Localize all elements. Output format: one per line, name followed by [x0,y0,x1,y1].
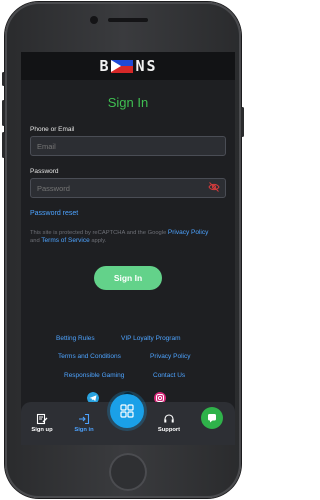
vip-loyalty-link[interactable]: VIP Loyalty Program [121,335,181,342]
privacy-policy-link[interactable]: Privacy Policy [168,229,208,236]
footer-privacy-policy-link[interactable]: Privacy Policy [150,353,190,360]
live-chat-button[interactable] [201,407,223,429]
terms-conditions-link[interactable]: Terms and Conditions [58,353,121,360]
password-wrapper [30,178,226,198]
contact-us-link[interactable]: Contact Us [153,372,185,379]
password-field[interactable] [30,178,226,198]
phone-frame: B N S Sign In Phone or Email Password Pa… [2,2,244,498]
recaptcha-and: and [30,238,40,244]
password-reset-link[interactable]: Password reset [30,210,78,217]
nav-sign-in-label: Sign in [74,427,94,433]
mute-switch [2,72,5,86]
volume-down-button [2,132,5,158]
eye-off-icon[interactable] [208,182,220,192]
logo-letter-b: B [99,57,110,75]
header-bar: B N S [21,52,235,80]
logo-letter-s: S [146,57,157,75]
philippines-flag-icon [111,59,134,73]
nav-support[interactable]: Support [154,413,184,433]
password-label: Password [30,168,59,175]
email-field[interactable] [30,136,226,156]
page-title: Sign In [107,95,149,110]
earpiece-speaker [108,18,148,22]
edit-form-icon [36,413,48,425]
chat-bubble-icon [208,414,216,423]
nav-sign-up[interactable]: Sign up [27,413,57,433]
front-camera [90,16,98,24]
recaptcha-apply: apply. [91,238,107,244]
nav-support-label: Support [157,427,181,433]
betting-rules-link[interactable]: Betting Rules [56,335,95,342]
nav-sign-in[interactable]: Sign in [69,413,99,433]
headset-icon [164,414,174,423]
nav-sign-up-label: Sign up [31,427,53,433]
logo-letter-n: N [135,57,146,75]
recaptcha-text: This site is protected by reCAPTCHA and … [30,230,167,236]
home-button[interactable] [109,453,147,491]
brand-logo[interactable]: B N S [99,57,156,75]
power-button [241,107,244,137]
responsible-gaming-link[interactable]: Responsible Gaming [64,372,124,379]
recaptcha-notice: This site is protected by reCAPTCHA and … [30,229,230,245]
email-label: Phone or Email [30,126,75,133]
login-icon [79,413,90,425]
sign-in-button[interactable]: Sign In [94,266,162,290]
games-menu-button[interactable] [110,394,144,428]
volume-up-button [2,100,5,126]
terms-of-service-link[interactable]: Terms of Service [41,237,89,244]
grid-icon [120,404,134,418]
app-screen: B N S Sign In Phone or Email Password Pa… [21,52,235,445]
